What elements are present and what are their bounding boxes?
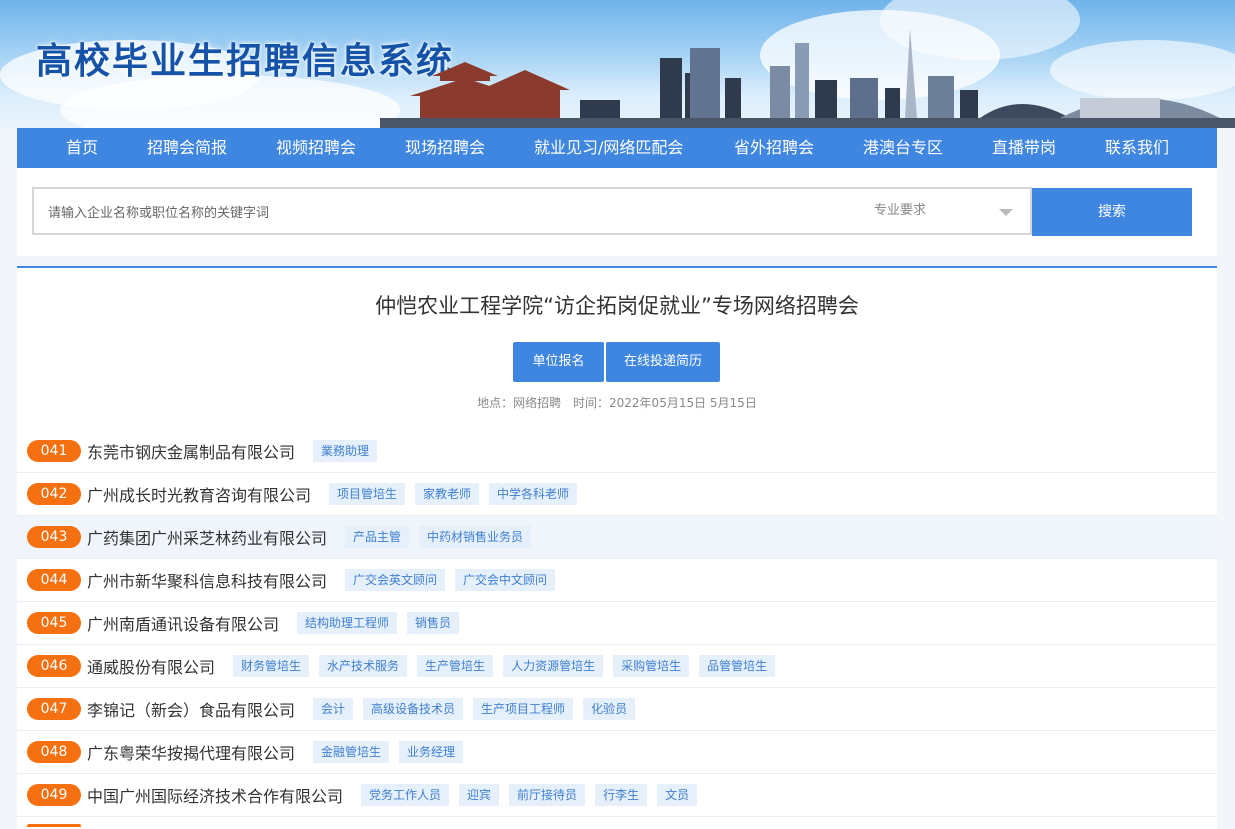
job-tag[interactable]: 迎宾 [459, 784, 500, 806]
company-name-link[interactable]: 广东粤荣华按揭代理有限公司 [87, 740, 295, 764]
company-name-link[interactable]: 通威股份有限公司 [87, 654, 215, 678]
nav-home[interactable]: 首页 [66, 128, 98, 168]
job-tag[interactable]: 中药材销售业务员 [419, 526, 532, 548]
company-row: 048 广东粤荣华按揭代理有限公司 金融管培生 业务经理 [17, 731, 1217, 774]
fair-time: 时间：2022年05月15日 5月15日 [573, 396, 757, 410]
job-tag[interactable]: 广交会中文顾问 [455, 569, 556, 591]
company-number-badge: 041 [27, 440, 81, 462]
company-name-link[interactable]: 中国广州国际经济技术合作有限公司 [87, 783, 343, 807]
job-tag[interactable]: 党务工作人员 [361, 784, 450, 806]
fair-title: 仲恺农业工程学院“访企拓岗促就业”专场网络招聘会 [375, 294, 859, 318]
company-name-link[interactable]: 东莞市钢庆金属制品有限公司 [87, 439, 295, 463]
job-tag[interactable]: 行李生 [595, 784, 648, 806]
job-tag[interactable]: 高级设备技术员 [363, 698, 464, 720]
job-tag[interactable]: 家教老师 [415, 483, 480, 505]
nav-fair-briefing[interactable]: 招聘会简报 [147, 128, 227, 168]
company-row: 046 通威股份有限公司 财务管培生 水产技术服务 生产管培生 人力资源管培生 采购管培生品… [17, 645, 1217, 688]
header-banner: 高校毕业生招聘信息系统 [0, 0, 1235, 128]
company-name-link[interactable]: 广州南盾通讯设备有限公司 [87, 611, 279, 635]
nav-contact-us[interactable]: 联系我们 [1105, 128, 1169, 168]
job-tag[interactable]: 中学各科老师 [489, 483, 578, 505]
chevron-down-icon[interactable] [999, 209, 1013, 216]
register-button[interactable]: 单位报名 [513, 342, 604, 382]
company-row: 043 广药集团广州采芝林药业有限公司 产品主管 中药材销售业务员 [17, 516, 1217, 559]
company-row: 049 中国广州国际经济技术合作有限公司 党务工作人员 迎宾 前厅接待员 行李生 文员 [17, 774, 1217, 817]
job-tag[interactable]: 前厅接待员 [509, 784, 586, 806]
company-row: 044 广州市新华聚科信息科技有限公司 广交会英文顾问 广交会中文顾问 [17, 559, 1217, 602]
job-tag[interactable]: 广交会英文顾问 [345, 569, 446, 591]
company-name-link[interactable]: 李锦记（新会）食品有限公司 [87, 697, 295, 721]
company-number-badge: 043 [27, 526, 81, 548]
job-tag[interactable]: 结构助理工程师 [297, 612, 398, 634]
job-tag[interactable]: 会计 [313, 698, 354, 720]
company-row: 045 广州南盾通讯设备有限公司 结构助理工程师 销售员 [17, 602, 1217, 645]
nav-video-fair[interactable]: 视频招聘会 [276, 128, 356, 168]
company-name-link[interactable]: 广药集团广州采芝林药业有限公司 [87, 525, 327, 549]
company-list: 041 东莞市钢庆金属制品有限公司 業務助理 042 广州成长时光教育咨询有限公司 项目管… [17, 430, 1217, 817]
main-content: 仲恺农业工程学院“访企拓岗促就业”专场网络招聘会 单位报名 在线投递简历 地点：… [17, 266, 1217, 829]
company-name-link[interactable]: 广州市新华聚科信息科技有限公司 [87, 568, 327, 592]
job-tag[interactable]: 水产技术服务 [319, 655, 408, 677]
company-number-badge: 048 [27, 741, 81, 763]
job-tag[interactable]: 化验员 [583, 698, 636, 720]
company-number-badge: 049 [27, 784, 81, 806]
job-tag[interactable]: 项目管培生 [329, 483, 406, 505]
search-area: 专业要求 搜索 [17, 168, 1217, 256]
main-nav: 首页 招聘会简报 视频招聘会 现场招聘会 就业见习/网络匹配会 省外招聘会 港澳… [17, 128, 1217, 168]
company-number-badge: 047 [27, 698, 81, 720]
job-tag[interactable]: 人力资源管培生 [503, 655, 604, 677]
company-row: 042 广州成长时光教育咨询有限公司 项目管培生 家教老师 中学各科老师 [17, 473, 1217, 516]
nav-internship-matching[interactable]: 就业见习/网络匹配会 [534, 128, 683, 168]
job-tag[interactable]: 生产管培生 [417, 655, 494, 677]
company-number-badge: 042 [27, 483, 81, 505]
fair-location: 地点：网络招聘 [477, 396, 562, 410]
job-tag[interactable]: 生产项目工程师 [473, 698, 574, 720]
job-tag[interactable]: 品管管培生 [699, 655, 776, 677]
search-input[interactable] [46, 189, 830, 235]
job-tag[interactable]: 业务经理 [399, 741, 464, 763]
nav-live-recruitment[interactable]: 直播带岗 [992, 128, 1056, 168]
job-tag[interactable]: 销售员 [407, 612, 460, 634]
company-number-badge: 045 [27, 612, 81, 634]
company-row: 047 李锦记（新会）食品有限公司 会计 高级设备技术员 生产项目工程师 化验员 [17, 688, 1217, 731]
company-number-badge: 044 [27, 569, 81, 591]
nav-hk-macau-taiwan[interactable]: 港澳台专区 [863, 128, 943, 168]
job-tag[interactable]: 产品主管 [345, 526, 410, 548]
search-box: 专业要求 [32, 187, 1032, 235]
submit-resume-button[interactable]: 在线投递简历 [606, 342, 720, 382]
fair-meta: 地点：网络招聘 时间：2022年05月15日 5月15日 [17, 394, 1217, 411]
job-tag[interactable]: 業務助理 [313, 440, 378, 462]
nav-onsite-fair[interactable]: 现场招聘会 [405, 128, 485, 168]
job-tag[interactable]: 采购管培生 [613, 655, 690, 677]
company-name-link[interactable]: 广州成长时光教育咨询有限公司 [87, 482, 311, 506]
company-row: 041 东莞市钢庆金属制品有限公司 業務助理 [17, 430, 1217, 473]
search-button[interactable]: 搜索 [1032, 188, 1192, 236]
nav-out-of-province-fair[interactable]: 省外招聘会 [734, 128, 814, 168]
company-number-badge: 046 [27, 655, 81, 677]
job-tag[interactable]: 文员 [657, 784, 698, 806]
city-skyline-illustration [380, 28, 1235, 128]
major-select-label: 专业要求 [874, 203, 927, 218]
job-tag[interactable]: 财务管培生 [233, 655, 310, 677]
job-tag[interactable]: 金融管培生 [313, 741, 390, 763]
